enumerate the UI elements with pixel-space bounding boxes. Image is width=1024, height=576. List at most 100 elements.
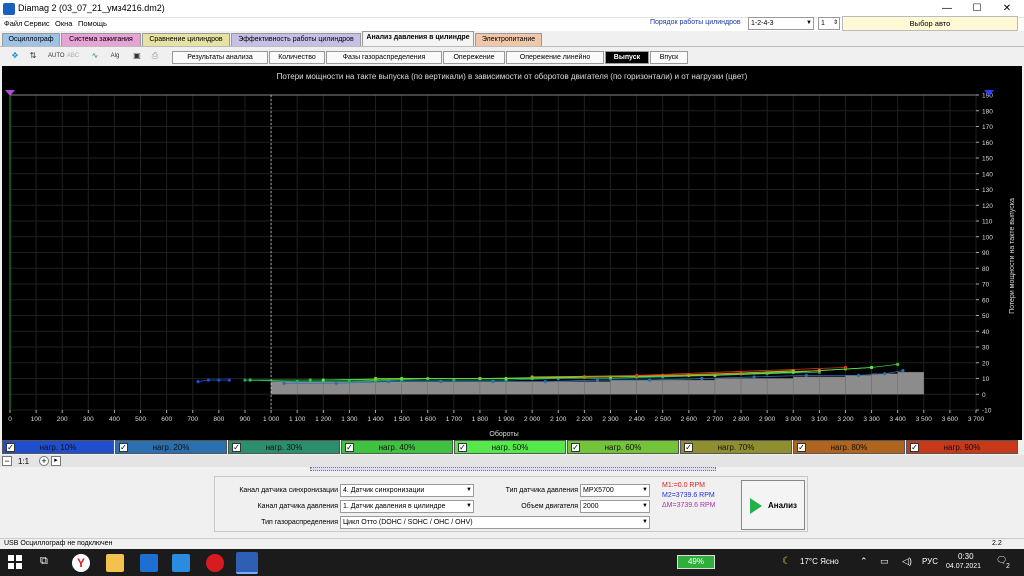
yandex-browser-icon[interactable]: Y [72,554,90,572]
windows-start-icon[interactable] [8,555,22,569]
zoom-out-button[interactable]: − [2,456,12,466]
legend-item-load-30[interactable]: ✓ нагр. 30% [228,440,340,454]
volume-icon[interactable]: ◁) [902,556,912,567]
diamag-app-icon[interactable] [236,552,258,574]
data-point [373,376,378,381]
pressure-channel-select[interactable]: 1. Датчик давления в цилиндре ▼ [340,500,474,513]
opera-icon[interactable] [206,554,224,572]
y-tick-label: 40 [982,329,990,336]
legend-item-load-50[interactable]: ✓ нагр. 50% [454,440,566,454]
x-tick-label: 1 000 [263,416,280,423]
firing-order-select[interactable]: 1-2-4-3 ▼ [748,17,814,30]
scroll-right-button[interactable]: ▸ [51,456,61,466]
print-icon[interactable]: ⎙ [148,49,162,63]
sync-channel-select[interactable]: 4. Датчик синхронизации ▼ [340,484,474,497]
sensor-type-select[interactable]: MPX5700 ▼ [580,484,650,497]
clock-date[interactable]: 04.07.2021 [946,563,981,570]
store-icon[interactable] [140,554,158,572]
legend-item-load-90[interactable]: ✓ нагр. 90% [906,440,1018,454]
tab-oscilloscope[interactable]: Осциллограф [2,33,60,46]
usb-status: USB Осциллограф не подключен [4,540,113,547]
zoom-fit-icon[interactable]: ✥ [8,49,22,63]
subtab-intake[interactable]: Впуск [650,51,688,64]
data-point [217,378,221,382]
histogram-bar [688,379,716,395]
abc-icon[interactable]: ABC [66,49,80,63]
tab-cylinder-efficiency[interactable]: Эффективность работы цилиндров [231,33,361,46]
battery-indicator[interactable]: 49% [677,555,715,569]
histogram-bar [531,381,559,395]
x-tick-label: 500 [135,416,146,423]
tab-ignition[interactable]: Система зажигания [61,33,141,46]
menu-windows[interactable]: Окна [55,19,72,28]
auto-select-button[interactable]: Выбор авто [842,16,1018,31]
timing-type-value: Цикл Отто (DOHC / SOHC / OHC / OHV) [343,519,473,526]
engine-volume-label: Объем двигателя [521,503,578,510]
save-icon[interactable]: ▣ [130,49,144,63]
x-tick-label: 100 [31,416,42,423]
menu-service[interactable]: Сервис [24,19,50,28]
cylinder-count-stepper[interactable]: 1 ⇕ [818,17,840,30]
tab-power-supply[interactable]: Электропитание [475,33,542,46]
data-point [321,378,325,382]
legend-label: нагр. 10% [39,443,77,452]
power-loss-chart[interactable]: Потери мощности на такте выпуска (по вер… [2,66,1022,440]
algorithm-icon[interactable]: Alg [108,49,122,63]
legend-item-load-70[interactable]: ✓ нагр. 70% [680,440,792,454]
network-icon[interactable]: ▭ [880,556,889,567]
app-icon [3,3,15,15]
tab-cylinder-compare[interactable]: Сравнение цилиндров [142,33,230,46]
legend-label: нагр. 50% [491,443,529,452]
zoom-in-button[interactable]: + [39,456,49,466]
menu-file[interactable]: Файл [4,19,22,28]
histogram-bar [792,376,820,395]
legend-item-load-60[interactable]: ✓ нагр. 60% [567,440,679,454]
histogram-bar [897,371,925,395]
subtab-results[interactable]: Результаты анализа [172,51,268,64]
data-point [491,380,495,384]
legend-label: нагр. 80% [830,443,868,452]
file-explorer-icon[interactable] [106,554,124,572]
tray-arrow-icon[interactable]: ⌃ [860,556,868,567]
legend-item-load-80[interactable]: ✓ нагр. 80% [793,440,905,454]
x-tick-label: 2 600 [681,416,698,423]
weather-text[interactable]: 17°C Ясно [800,557,839,566]
x-tick-label: 1 200 [315,416,332,423]
legend-item-load-10[interactable]: ✓ нагр. 10% [2,440,114,454]
data-point [896,362,900,366]
timing-type-label: Тип газораспределения [261,519,338,526]
graph-icon[interactable]: ∿ [88,49,102,63]
clock-time[interactable]: 0:30 [958,552,974,561]
data-point [739,372,743,376]
legend-item-load-40[interactable]: ✓ нагр. 40% [341,440,453,454]
subtab-exhaust[interactable]: Выпуск [605,51,649,64]
scale-icon[interactable]: ⇅ [26,49,40,63]
y-tick-label: 80 [982,266,990,273]
mail-icon[interactable] [172,554,190,572]
subtab-count[interactable]: Количество [269,51,325,64]
menu-help[interactable]: Помощь [78,19,107,28]
language-indicator[interactable]: РУС [922,557,938,566]
task-view-icon[interactable]: ⧉ [40,555,48,568]
subtab-advance[interactable]: Опережение [443,51,505,64]
timing-type-select[interactable]: Цикл Отто (DOHC / SOHC / OHC / OHV) ▼ [340,516,650,529]
tab-pressure-analysis[interactable]: Анализ давления в цилиндре [362,31,474,46]
data-point [334,381,338,385]
minimize-button[interactable]: — [932,1,962,17]
taskbar: ⧉ Y 49% ☾ 17°C Ясно ⌃ ▭ ◁) РУС 0:30 04.0… [0,549,1024,576]
maximize-button[interactable]: ☐ [962,1,992,17]
chevron-down-icon: ▼ [806,20,812,26]
analyze-button[interactable]: Анализ [741,480,805,530]
x-tick-label: 300 [83,416,94,423]
subtab-advance-linear[interactable]: Опережение линейно [506,51,604,64]
histogram-bar [427,381,455,395]
legend-item-load-20[interactable]: ✓ нагр. 20% [115,440,227,454]
close-button[interactable]: ✕ [992,1,1022,17]
panel-splitter[interactable] [310,467,716,471]
chart-area[interactable]: Потери мощности на такте выпуска (по вер… [2,66,1022,440]
auto-icon[interactable]: AUTO [48,49,65,63]
y-tick-label: 0 [982,392,986,399]
engine-volume-select[interactable]: 2000 ▼ [580,500,650,513]
x-tick-label: 2 700 [707,416,724,423]
subtab-valve-timing[interactable]: Фазы газораспределения [326,51,442,64]
